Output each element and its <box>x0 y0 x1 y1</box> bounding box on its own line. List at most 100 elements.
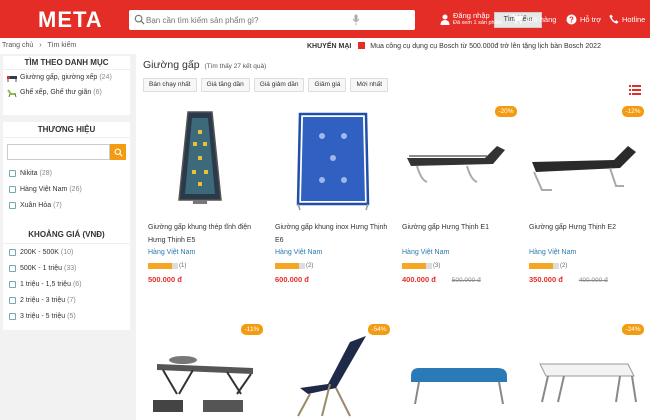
breadcrumb-separator: › <box>39 42 42 49</box>
brand-option[interactable]: Hàng Việt Nam (26) <box>3 181 130 197</box>
price-option[interactable]: 500K - 1 triệu (33) <box>3 260 130 276</box>
result-count: (Tìm thấy 27 kết quả) <box>204 63 267 70</box>
product-image[interactable] <box>270 106 396 214</box>
price-count: (7) <box>67 296 76 304</box>
login-link[interactable]: Đăng nhập Đã xem 1 sản phẩm <box>440 0 502 38</box>
promo-banner[interactable]: KHUYẾN MẠI Mua công cụ dụng cụ Bosch từ … <box>307 42 601 50</box>
breadcrumb-home[interactable]: Trang chủ <box>2 42 33 49</box>
old-price: 400.000 đ <box>578 277 608 284</box>
category-label: Ghế xếp, Ghế thư giãn <box>20 89 92 96</box>
product-seller[interactable]: Hàng Việt Nam <box>402 249 449 256</box>
category-count: (6) <box>93 89 102 96</box>
product-image[interactable] <box>397 106 523 214</box>
price-checkbox[interactable] <box>9 296 16 304</box>
help-link[interactable]: ? Hỗ trợ <box>566 0 601 38</box>
list-view-icon[interactable] <box>629 85 641 95</box>
product-image[interactable] <box>524 106 650 214</box>
brand-option[interactable]: Xuân Hòa (7) <box>3 197 130 213</box>
product-seller[interactable]: Hàng Việt Nam <box>529 249 576 256</box>
brand-checkbox[interactable] <box>9 201 16 209</box>
product-seller[interactable]: Hàng Việt Nam <box>148 249 195 256</box>
product-name[interactable]: Giường gấp khung inox Hưng Thịnh E6 <box>275 221 395 247</box>
brand-search-input[interactable] <box>7 144 110 160</box>
product-price: 400.000 đ 500.000 đ <box>402 275 481 284</box>
category-count: (24) <box>99 74 112 81</box>
sort-newest[interactable]: Mới nhất <box>350 78 389 92</box>
brand-label: Nikita <box>20 169 38 177</box>
product-card[interactable]: -20% Giường gấp Hưng Thịnh E1 Hàng Việt … <box>397 106 523 334</box>
product-image[interactable] <box>270 324 396 420</box>
product-image[interactable] <box>397 324 523 420</box>
product-listing: Giường gấp (Tìm thấy 27 kết quả) Bán chạ… <box>139 54 650 420</box>
price-option[interactable]: 2 triệu - 3 triệu (7) <box>3 292 130 308</box>
hotline-label: Hotline <box>622 14 646 24</box>
login-label: Đăng nhập <box>453 10 490 20</box>
product-image[interactable] <box>143 324 269 420</box>
product-name[interactable]: Giường gấp Hưng Thịnh E1 <box>402 221 522 234</box>
search-input[interactable] <box>146 10 356 30</box>
product-name[interactable]: Giường gấp khung thép tĩnh điện Hưng Thị… <box>148 221 268 247</box>
lounge-chair-icon <box>7 88 17 97</box>
filter-sidebar: TÌM THEO DANH MỤC Giường gấp, giường xếp… <box>0 54 136 420</box>
sort-discount[interactable]: Giảm giá <box>308 78 347 92</box>
product-card[interactable] <box>397 324 523 420</box>
price-checkbox[interactable] <box>9 264 16 272</box>
product-card[interactable]: -11% <box>143 324 269 420</box>
site-logo[interactable]: META <box>38 7 103 33</box>
brand-option[interactable]: Nikita (28) <box>3 165 130 181</box>
price-checkbox[interactable] <box>9 312 16 320</box>
category-filter: TÌM THEO DANH MỤC Giường gấp, giường xếp… <box>3 56 130 115</box>
product-image[interactable] <box>524 324 650 420</box>
product-card[interactable]: Giường gấp khung inox Hưng Thịnh E6 Hàng… <box>270 106 396 334</box>
top-header: META Tìm kiếm Đăng nhập Đã xem 1 sản phẩ… <box>0 0 650 38</box>
promo-label: KHUYẾN MẠI <box>307 43 352 50</box>
brand-count: (26) <box>69 185 82 193</box>
search-icon <box>134 14 145 25</box>
brand-checkbox[interactable] <box>9 185 16 193</box>
price-option[interactable]: 200K - 500K (10) <box>3 244 130 260</box>
old-price: 500.000 đ <box>451 277 481 284</box>
price-count: (33) <box>64 264 77 272</box>
discount-badge: -11% <box>241 324 263 335</box>
star-rating <box>529 263 559 269</box>
product-name[interactable]: Giường gấp Hưng Thịnh E2 <box>529 221 649 234</box>
price-checkbox[interactable] <box>9 248 16 256</box>
product-rating: (2) <box>275 263 313 269</box>
category-item[interactable]: Ghế xếp, Ghế thư giãn (6) <box>3 85 130 100</box>
review-count: (2) <box>560 263 568 269</box>
microphone-icon[interactable] <box>352 14 360 26</box>
gift-icon <box>358 42 366 49</box>
product-card[interactable]: -24% <box>524 324 650 420</box>
category-label: Giường gấp, giường xếp <box>20 74 98 81</box>
product-card[interactable]: -12% Giường gấp Hưng Thịnh E2 Hàng Việt … <box>524 106 650 334</box>
category-item[interactable]: Giường gấp, giường xếp (24) <box>3 70 130 85</box>
price-label: 3 triệu - 5 triệu <box>20 312 66 320</box>
discount-badge: -20% <box>495 106 517 117</box>
product-rating: (3) <box>402 263 440 269</box>
cart-link[interactable]: Giỏ hàng <box>512 0 556 38</box>
sort-best-selling[interactable]: Bán chạy nhất <box>143 78 197 92</box>
phone-icon <box>609 14 619 24</box>
help-label: Hỗ trợ <box>580 14 602 24</box>
price-filter: KHOẢNG GIÁ (VNĐ) 200K - 500K (10) 500K -… <box>3 226 130 330</box>
price-count: (10) <box>60 248 74 256</box>
price-count: (6) <box>72 280 82 288</box>
brand-search-button[interactable] <box>110 144 126 160</box>
sort-price-asc[interactable]: Giá tăng dần <box>200 78 250 92</box>
price-option[interactable]: 1 triệu - 1,5 triệu (6) <box>3 276 130 292</box>
product-card[interactable]: -54% <box>270 324 396 420</box>
price-label: 1 triệu - 1,5 triệu <box>20 280 71 288</box>
hotline-link[interactable]: Hotline <box>609 0 645 38</box>
price-checkbox[interactable] <box>9 280 16 288</box>
brand-checkbox[interactable] <box>9 169 16 177</box>
discount-badge: -24% <box>622 324 644 335</box>
brand-filter-title: THƯƠNG HIỆU <box>3 122 130 138</box>
help-icon: ? <box>566 14 577 24</box>
price-option[interactable]: 3 triệu - 5 triệu (5) <box>3 308 130 324</box>
product-seller[interactable]: Hàng Việt Nam <box>275 249 322 256</box>
product-image[interactable] <box>143 106 269 214</box>
product-card[interactable]: Giường gấp khung thép tĩnh điện Hưng Thị… <box>143 106 269 334</box>
sort-price-desc[interactable]: Giá giảm dần <box>253 78 305 92</box>
category-filter-title: TÌM THEO DANH MỤC <box>3 56 130 70</box>
search-icon <box>113 147 123 157</box>
